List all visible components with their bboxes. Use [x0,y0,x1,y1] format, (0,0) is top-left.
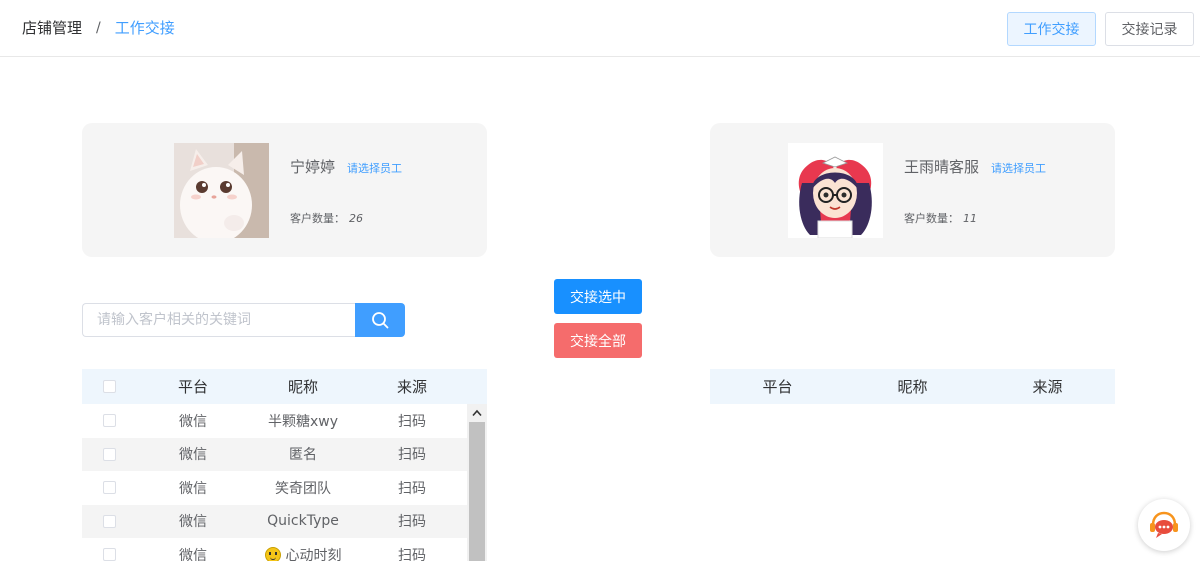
to-employee-card: 王雨晴客服 请选择员工 客户数量： 11 [710,123,1115,257]
row-source: 扫码 [398,547,426,561]
row-platform: 微信 [179,514,207,531]
customer-service-button[interactable] [1138,499,1190,551]
handover-all-button[interactable]: 交接全部 [554,323,642,358]
row-nickname: 笑奇团队 [275,480,331,497]
search-icon [372,312,389,329]
breadcrumb-separator: / [96,20,101,36]
row-nickname: 匿名 [289,447,317,464]
to-employee-name: 王雨晴客服 请选择员工 [904,158,1047,176]
table-header: 平台 昵称 来源 [710,369,1115,404]
from-customer-table: 平台 昵称 来源 微信 半颗糖xwy 扫码 微信 匿名 扫码 微信 笑奇团队 扫… [82,369,487,561]
row-checkbox[interactable] [103,548,116,561]
from-customer-count: 客户数量： 26 [290,212,363,225]
table-row[interactable]: 微信 匿名 扫码 [82,437,467,471]
column-header-nickname: 昵称 [897,378,928,396]
column-header-platform: 平台 [177,378,208,396]
customer-search [82,303,405,337]
from-employee-card: 宁婷婷 请选择员工 客户数量： 26 [82,123,487,257]
row-platform: 微信 [179,447,207,464]
breadcrumb: 店铺管理 / 工作交接 [22,18,175,38]
from-employee-name: 宁婷婷 请选择员工 [290,158,403,176]
avatar [788,143,883,238]
chevron-up-icon [472,409,482,417]
column-header-platform: 平台 [762,378,793,396]
row-checkbox[interactable] [103,514,116,528]
table-row[interactable]: 微信 笑奇团队 扫码 [82,471,467,505]
row-source: 扫码 [398,514,426,531]
table-scrollbar[interactable] [467,404,487,561]
table-row[interactable]: 微信 心动时刻 扫码 [82,538,467,561]
scrollbar-thumb[interactable] [469,422,485,561]
row-platform: 微信 [179,480,207,497]
girl-avatar-image [788,143,883,238]
row-checkbox[interactable] [103,414,116,428]
handover-selected-button[interactable]: 交接选中 [554,279,642,314]
table-header: 平台 昵称 来源 [82,369,487,404]
row-checkbox[interactable] [103,447,116,461]
cat-avatar-image [174,143,269,238]
row-platform: 微信 [179,413,207,430]
work-handover-button[interactable]: 工作交接 [1007,12,1096,46]
column-header-source: 来源 [396,378,427,396]
row-source: 扫码 [398,413,426,430]
row-platform: 微信 [179,547,207,561]
customer-service-icon [1150,511,1178,538]
search-input[interactable] [82,303,355,337]
row-nickname: 心动时刻 [249,545,357,561]
handover-records-button[interactable]: 交接记录 [1105,12,1194,46]
page-header: 店铺管理 / 工作交接 工作交接 交接记录 [0,0,1200,57]
breadcrumb-root[interactable]: 店铺管理 [22,18,82,38]
to-select-employee-link[interactable]: 请选择员工 [991,162,1046,175]
to-customer-table: 平台 昵称 来源 [710,369,1115,404]
search-button[interactable] [355,303,405,337]
row-source: 扫码 [398,480,426,497]
row-checkbox[interactable] [103,481,116,495]
select-all-checkbox[interactable] [103,380,116,393]
row-nickname: QuickType [267,513,339,530]
row-source: 扫码 [398,447,426,464]
scroll-up-button[interactable] [467,404,487,422]
table-row[interactable]: 微信 QuickType 扫码 [82,504,467,538]
avatar [174,143,269,238]
breadcrumb-current: 工作交接 [114,19,175,37]
smiley-emoji-icon [264,546,281,561]
column-header-nickname: 昵称 [287,378,318,396]
column-header-source: 来源 [1032,378,1063,396]
from-select-employee-link[interactable]: 请选择员工 [347,162,402,175]
row-nickname: 半颗糖xwy [267,413,339,430]
to-customer-count: 客户数量： 11 [904,212,977,225]
table-row[interactable]: 微信 半颗糖xwy 扫码 [82,404,467,438]
